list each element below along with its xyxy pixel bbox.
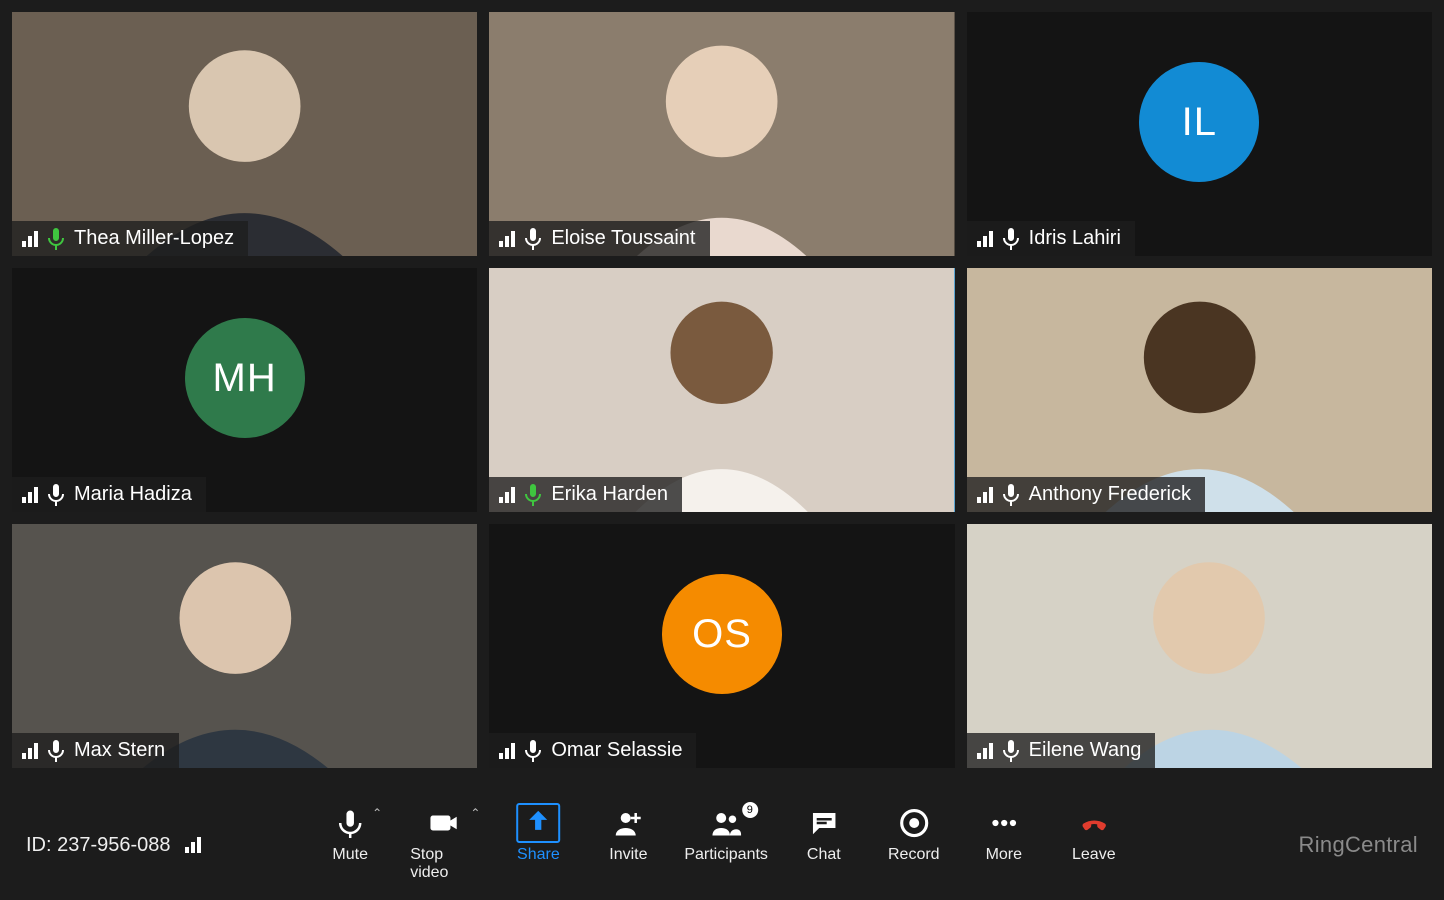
participant-name: Anthony Frederick (1029, 483, 1191, 506)
footer-bar: ID: 237-956-088 ⌃ Mute ⌃ Stop video Shar… (0, 790, 1444, 900)
chat-icon (809, 808, 839, 838)
chevron-up-icon[interactable]: ⌃ (470, 806, 480, 820)
leave-button[interactable]: Leave (1064, 808, 1124, 864)
control-label: Share (517, 846, 560, 864)
participant-tile[interactable]: OS Omar Selassie (489, 524, 954, 768)
participant-name: Thea Miller-Lopez (74, 227, 234, 250)
chat-button[interactable]: Chat (794, 808, 854, 864)
participant-name-badge: Omar Selassie (489, 733, 696, 768)
avatar-initials: MH (213, 356, 277, 401)
participant-name: Erika Harden (551, 483, 668, 506)
mic-icon (48, 228, 64, 250)
control-label: Mute (332, 846, 368, 864)
more-button[interactable]: More (974, 808, 1034, 864)
record-button[interactable]: Record (884, 808, 944, 864)
signal-icon (185, 837, 201, 853)
mic-icon (525, 484, 541, 506)
brand-logo: RingCentral (1299, 832, 1418, 858)
more-icon (989, 808, 1019, 838)
participant-tile[interactable]: Eloise Toussaint (489, 12, 954, 256)
signal-icon (22, 743, 38, 759)
video-feed (489, 12, 954, 256)
signal-icon (22, 487, 38, 503)
mic-icon (335, 808, 365, 838)
participant-tile[interactable]: Max Stern (12, 524, 477, 768)
video-feed (12, 12, 477, 256)
participant-name: Idris Lahiri (1029, 227, 1121, 250)
signal-icon (977, 231, 993, 247)
video-camera-icon (429, 808, 459, 838)
signal-icon (499, 231, 515, 247)
participants-icon (711, 808, 741, 838)
participant-name-badge: Max Stern (12, 733, 179, 768)
video-feed (12, 524, 477, 768)
mic-icon (1003, 484, 1019, 506)
chevron-up-icon[interactable]: ⌃ (372, 806, 382, 820)
avatar: IL (1139, 62, 1259, 182)
control-label: Chat (807, 846, 841, 864)
meeting-id-label: ID: 237-956-088 (26, 834, 171, 857)
avatar-initials: IL (1182, 100, 1217, 145)
control-label: Record (888, 846, 940, 864)
control-label: Participants (684, 846, 768, 864)
invite-icon (613, 808, 643, 838)
mic-icon (1003, 740, 1019, 762)
participant-name-badge: Maria Hadiza (12, 477, 206, 512)
signal-icon (22, 231, 38, 247)
avatar-initials: OS (692, 612, 752, 657)
video-grid: Thea Miller-Lopez Eloise Toussaint IL Id… (0, 0, 1444, 780)
signal-icon (499, 743, 515, 759)
stop-video-button[interactable]: ⌃ Stop video (410, 808, 478, 882)
participant-name-badge: Idris Lahiri (967, 221, 1135, 256)
video-feed (967, 524, 1432, 768)
meeting-id: ID: 237-956-088 (26, 834, 201, 857)
control-bar: ⌃ Mute ⌃ Stop video Share Invite 9 Parti… (320, 808, 1124, 882)
participant-name-badge: Anthony Frederick (967, 477, 1205, 512)
mic-icon (525, 228, 541, 250)
signal-icon (977, 743, 993, 759)
participant-name: Maria Hadiza (74, 483, 192, 506)
participant-tile[interactable]: Eilene Wang (967, 524, 1432, 768)
control-label: More (986, 846, 1022, 864)
mic-icon (525, 740, 541, 762)
participant-name: Eilene Wang (1029, 739, 1142, 762)
signal-icon (977, 487, 993, 503)
participant-tile[interactable]: MH Maria Hadiza (12, 268, 477, 512)
participant-tile[interactable]: Anthony Frederick (967, 268, 1432, 512)
mic-icon (48, 740, 64, 762)
avatar: MH (185, 318, 305, 438)
participant-tile[interactable]: Erika Harden (489, 268, 954, 512)
participant-name-badge: Eloise Toussaint (489, 221, 709, 256)
control-label: Invite (609, 846, 647, 864)
brand-text: RingCentral (1299, 832, 1418, 857)
participant-tile[interactable]: Thea Miller-Lopez (12, 12, 477, 256)
participant-name-badge: Thea Miller-Lopez (12, 221, 248, 256)
invite-button[interactable]: Invite (598, 808, 658, 864)
record-icon (899, 808, 929, 838)
mic-icon (1003, 228, 1019, 250)
signal-icon (499, 487, 515, 503)
participant-name: Max Stern (74, 739, 165, 762)
share-button[interactable]: Share (508, 808, 568, 864)
participants-count-badge: 9 (742, 802, 758, 818)
participant-name-badge: Eilene Wang (967, 733, 1156, 768)
video-feed (967, 268, 1432, 512)
hang-up-icon (1079, 808, 1109, 838)
control-label: Leave (1072, 846, 1116, 864)
mute-button[interactable]: ⌃ Mute (320, 808, 380, 864)
video-feed (489, 268, 954, 512)
participants-button[interactable]: 9 Participants (688, 808, 763, 864)
mic-icon (48, 484, 64, 506)
share-screen-icon (516, 808, 560, 838)
participant-tile[interactable]: IL Idris Lahiri (967, 12, 1432, 256)
control-label: Stop video (410, 846, 478, 882)
avatar: OS (662, 574, 782, 694)
participant-name: Eloise Toussaint (551, 227, 695, 250)
participant-name-badge: Erika Harden (489, 477, 682, 512)
participant-name: Omar Selassie (551, 739, 682, 762)
